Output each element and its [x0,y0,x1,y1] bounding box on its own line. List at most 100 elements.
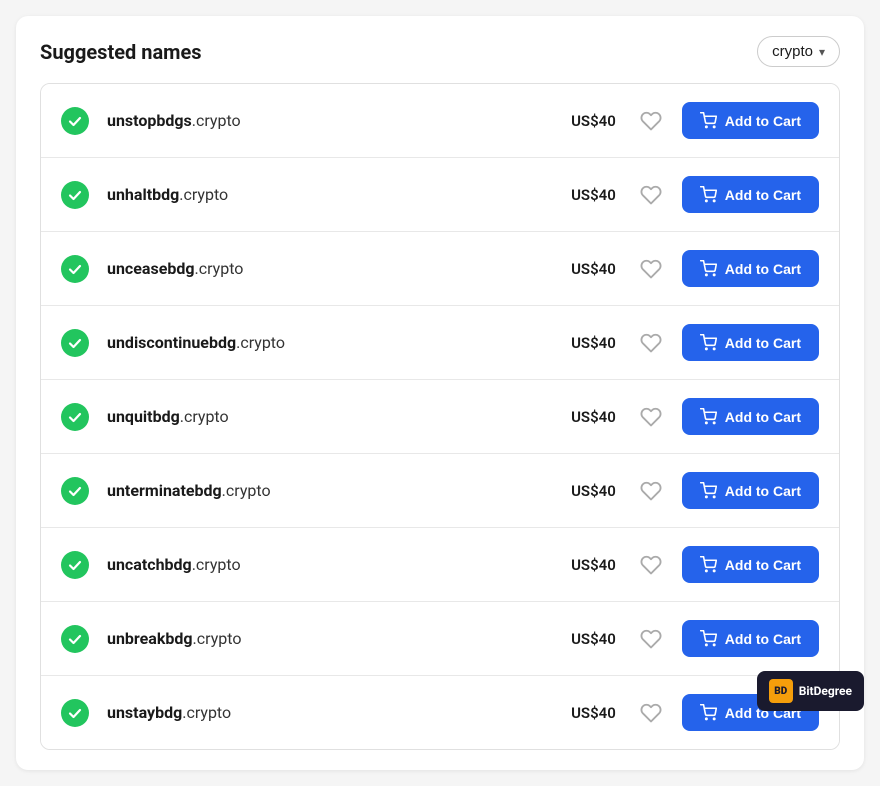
domain-base-text: unterminatebdg [107,481,222,500]
wishlist-button[interactable] [636,254,666,284]
available-check-icon [61,551,89,579]
domain-name: unhaltbdg.crypto [107,185,546,204]
wishlist-button[interactable] [636,550,666,580]
add-to-cart-button[interactable]: Add to Cart [682,546,819,583]
add-to-cart-button[interactable]: Add to Cart [682,250,819,287]
heart-icon [640,702,662,724]
domain-name: unterminatebdg.crypto [107,481,546,500]
domain-row: unterminatebdg.crypto US$40 Add to Cart [41,454,839,528]
heart-icon [640,110,662,132]
filter-label: crypto [772,43,813,60]
domain-price: US$40 [546,260,616,278]
add-to-cart-button[interactable]: Add to Cart [682,324,819,361]
wishlist-button[interactable] [636,476,666,506]
domain-base-text: unstaybdg [107,703,182,722]
cart-icon [700,334,717,351]
available-check-icon [61,699,89,727]
bitdegree-label: BitDegree [799,684,852,698]
heart-icon [640,554,662,576]
domain-price: US$40 [546,704,616,722]
add-to-cart-label: Add to Cart [725,335,801,351]
add-to-cart-label: Add to Cart [725,113,801,129]
domain-row: uncatchbdg.crypto US$40 Add to Cart [41,528,839,602]
add-to-cart-label: Add to Cart [725,631,801,647]
add-to-cart-label: Add to Cart [725,483,801,499]
available-check-icon [61,107,89,135]
domain-base-text: undiscontinuebdg [107,333,236,352]
add-to-cart-button[interactable]: Add to Cart [682,472,819,509]
available-check-icon [61,181,89,209]
domain-ext-text: .crypto [192,111,241,130]
domain-list: unstopbdgs.crypto US$40 Add to Cart [40,83,840,750]
domain-row: unceasebdg.crypto US$40 Add to Cart [41,232,839,306]
domain-price: US$40 [546,630,616,648]
available-check-icon [61,255,89,283]
domain-name: unbreakbdg.crypto [107,629,546,648]
domain-base-text: unstopbdgs [107,111,192,130]
bitdegree-badge: BD BitDegree [757,671,864,711]
wishlist-button[interactable] [636,698,666,728]
domain-row: unstaybdg.crypto US$40 Add to Cart [41,676,839,749]
domain-row: unstopbdgs.crypto US$40 Add to Cart [41,84,839,158]
domain-name: undiscontinuebdg.crypto [107,333,546,352]
domain-ext-text: .crypto [192,555,241,574]
domain-name: unceasebdg.crypto [107,259,546,278]
add-to-cart-label: Add to Cart [725,557,801,573]
domain-row: unhaltbdg.crypto US$40 Add to Cart [41,158,839,232]
domain-price: US$40 [546,334,616,352]
filter-dropdown[interactable]: crypto ▾ [757,36,840,67]
available-check-icon [61,329,89,357]
domain-row: unbreakbdg.crypto US$40 Add to Cart [41,602,839,676]
wishlist-button[interactable] [636,328,666,358]
domain-price: US$40 [546,556,616,574]
cart-icon [700,556,717,573]
domain-price: US$40 [546,186,616,204]
cart-icon [700,186,717,203]
cart-icon [700,260,717,277]
cart-icon [700,630,717,647]
domain-ext-text: .crypto [194,259,243,278]
wishlist-button[interactable] [636,106,666,136]
add-to-cart-button[interactable]: Add to Cart [682,620,819,657]
domain-ext-text: .crypto [182,703,231,722]
domain-price: US$40 [546,408,616,426]
wishlist-button[interactable] [636,624,666,654]
available-check-icon [61,625,89,653]
suggested-names-panel: Suggested names crypto ▾ unstopbdgs.cryp… [16,16,864,770]
domain-name: unquitbdg.crypto [107,407,546,426]
heart-icon [640,184,662,206]
heart-icon [640,628,662,650]
domain-price: US$40 [546,482,616,500]
heart-icon [640,406,662,428]
wishlist-button[interactable] [636,180,666,210]
domain-ext-text: .crypto [193,629,242,648]
domain-base-text: unhaltbdg [107,185,179,204]
domain-row: undiscontinuebdg.crypto US$40 Add to Car… [41,306,839,380]
domain-name: unstaybdg.crypto [107,703,546,722]
panel-header: Suggested names crypto ▾ [40,36,840,67]
domain-ext-text: .crypto [222,481,271,500]
wishlist-button[interactable] [636,402,666,432]
add-to-cart-label: Add to Cart [725,261,801,277]
add-to-cart-button[interactable]: Add to Cart [682,176,819,213]
bitdegree-logo: BD [769,679,793,703]
add-to-cart-label: Add to Cart [725,187,801,203]
add-to-cart-button[interactable]: Add to Cart [682,398,819,435]
heart-icon [640,480,662,502]
heart-icon [640,332,662,354]
domain-ext-text: .crypto [179,185,228,204]
domain-base-text: unbreakbdg [107,629,193,648]
available-check-icon [61,477,89,505]
domain-ext-text: .crypto [180,407,229,426]
domain-name: unstopbdgs.crypto [107,111,546,130]
domain-row: unquitbdg.crypto US$40 Add to Cart [41,380,839,454]
domain-price: US$40 [546,112,616,130]
panel-title: Suggested names [40,40,202,64]
cart-icon [700,112,717,129]
cart-icon [700,482,717,499]
add-to-cart-button[interactable]: Add to Cart [682,102,819,139]
domain-base-text: uncatchbdg [107,555,192,574]
cart-icon [700,704,717,721]
domain-ext-text: .crypto [236,333,285,352]
domain-base-text: unceasebdg [107,259,194,278]
